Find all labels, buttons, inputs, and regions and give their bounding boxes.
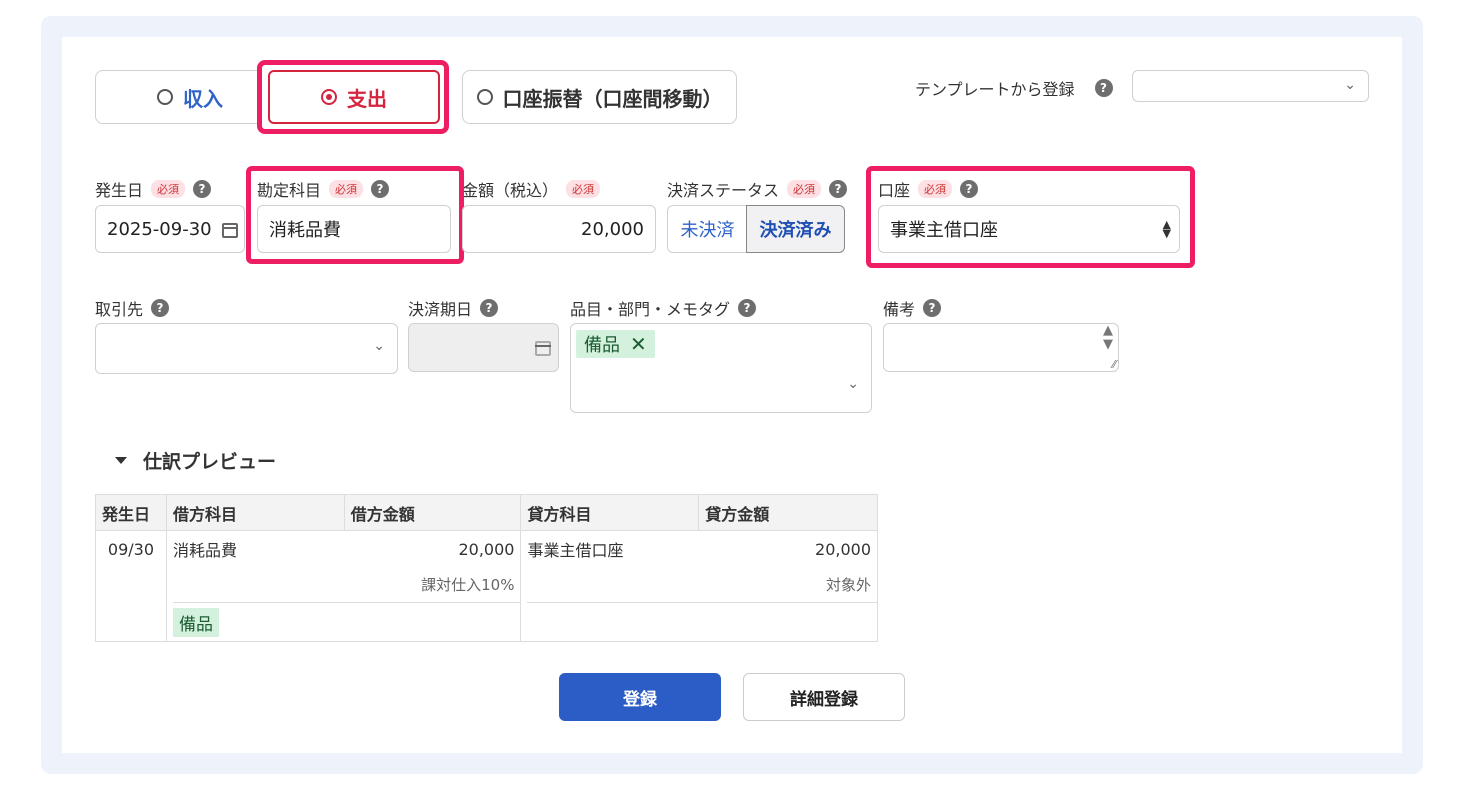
items-label-group: 品目・部門・メモタグ ? — [570, 296, 757, 320]
memo-label-group: 備考 ? — [883, 296, 942, 320]
amount-field[interactable]: 20,000 — [462, 205, 656, 253]
template-label: テンプレートから登録 — [915, 80, 1075, 99]
calendar-icon[interactable] — [222, 223, 238, 238]
tab-expense[interactable]: 支出 — [268, 70, 440, 124]
tab-transfer[interactable]: 口座振替（口座間移動） — [462, 70, 737, 124]
table-row: 09/30 消耗品費 20,000 課対仕入10% 備品 事業主借口座 20,0… — [95, 530, 878, 642]
debit-cell: 消耗品費 20,000 課対仕入10% 備品 — [165, 530, 522, 642]
chevron-down-icon: ⌄ — [847, 376, 859, 392]
credit-tax: 対象外 — [825, 576, 871, 594]
date-label: 発生日 — [95, 181, 144, 200]
register-button[interactable]: 登録 — [559, 673, 721, 721]
template-label-group: テンプレートから登録 ? — [915, 76, 1113, 100]
tab-expense-label: 支出 — [347, 86, 387, 111]
amount-value: 20,000 — [581, 218, 644, 240]
credit-amount: 20,000 — [815, 539, 871, 559]
amount-label-group: 金額（税込） 必須 — [462, 177, 601, 201]
detail-register-button-label: 詳細登録 — [790, 689, 858, 710]
help-icon[interactable]: ? — [151, 299, 170, 317]
date-label-group: 発生日 必須 ? — [95, 177, 212, 201]
column-header: 貸方科目 — [520, 494, 700, 531]
due-date-label-group: 決済期日 ? — [408, 296, 499, 320]
account-item-value: 消耗品費 — [269, 220, 341, 241]
partner-label: 取引先 — [95, 300, 144, 319]
status-unpaid-label: 未決済 — [680, 220, 735, 241]
radio-off-icon — [157, 89, 173, 105]
item-tag[interactable]: 備品 ✕ — [576, 330, 655, 358]
debit-account: 消耗品費 — [172, 541, 237, 560]
bank-account-value: 事業主借口座 — [890, 220, 998, 241]
tab-transfer-label: 口座振替（口座間移動） — [502, 86, 723, 111]
account-item-field[interactable]: 消耗品費 — [257, 205, 451, 253]
radio-on-icon — [321, 89, 337, 105]
detail-register-button[interactable]: 詳細登録 — [743, 673, 905, 721]
amount-label: 金額（税込） — [462, 181, 559, 200]
column-header: 借方科目 — [165, 494, 345, 531]
close-icon[interactable]: ✕ — [630, 332, 647, 356]
items-label: 品目・部門・メモタグ — [570, 300, 731, 319]
required-badge: 必須 — [151, 180, 186, 198]
caret-down-icon — [115, 457, 127, 464]
calendar-icon — [535, 341, 551, 356]
required-badge: 必須 — [566, 180, 601, 198]
chevron-down-icon: ⌄ — [1344, 77, 1356, 93]
help-icon[interactable]: ? — [1094, 79, 1113, 97]
required-badge: 必須 — [787, 180, 822, 198]
preview-title: 仕訳プレビュー — [143, 451, 277, 473]
status-unpaid-button[interactable]: 未決済 — [667, 205, 747, 253]
template-select[interactable]: ⌄ — [1132, 70, 1369, 102]
memo-label: 備考 — [883, 300, 916, 319]
bank-account-select[interactable]: 事業主借口座 ▲ ▼ — [878, 205, 1180, 253]
item-tag-label: 備品 — [584, 335, 620, 356]
partner-select[interactable]: ⌄ — [95, 323, 398, 374]
tab-income-label: 収入 — [183, 86, 223, 111]
sort-arrows-icon: ▲ ▼ — [1162, 218, 1171, 240]
help-icon[interactable]: ? — [829, 180, 848, 198]
help-icon[interactable]: ? — [738, 299, 757, 317]
due-date-field — [408, 323, 559, 372]
help-icon[interactable]: ? — [923, 299, 942, 317]
debit-amount: 20,000 — [458, 539, 515, 559]
status-label: 決済ステータス — [667, 181, 780, 200]
status-paid-button[interactable]: 決済済み — [746, 205, 845, 253]
column-header: 借方金額 — [343, 494, 522, 531]
radio-off-icon — [476, 89, 493, 105]
journal-preview-table: 発生日 借方科目 借方金額 貸方科目 貸方金額 09/30 消耗品費 20,00… — [95, 494, 878, 642]
register-button-label: 登録 — [623, 689, 657, 710]
help-icon[interactable]: ? — [480, 299, 499, 317]
column-header: 発生日 — [95, 494, 167, 531]
date-value: 2025-09-30 — [107, 218, 212, 240]
resize-handle-icon[interactable]: ⁄⁄ — [1112, 358, 1116, 371]
date-cell-value: 09/30 — [107, 539, 155, 559]
help-icon[interactable]: ? — [193, 180, 212, 198]
memo-textarea[interactable]: ▲ ▼ ⁄⁄ — [883, 323, 1119, 372]
table-header-row: 発生日 借方科目 借方金額 貸方科目 貸方金額 — [95, 494, 878, 531]
debit-tax: 課対仕入10% — [421, 576, 515, 594]
debit-tag: 備品 — [172, 607, 219, 637]
credit-account: 事業主借口座 — [527, 541, 624, 560]
chevron-down-icon: ⌄ — [373, 338, 385, 354]
spinner-icon[interactable]: ▲ ▼ — [1103, 324, 1113, 352]
status-label-group: 決済ステータス 必須 ? — [667, 177, 848, 201]
date-field[interactable]: 2025-09-30 — [95, 205, 245, 253]
credit-cell: 事業主借口座 20,000 対象外 — [520, 530, 878, 642]
partner-label-group: 取引先 ? — [95, 296, 170, 320]
due-date-label: 決済期日 — [408, 300, 473, 319]
preview-toggle[interactable]: 仕訳プレビュー — [115, 447, 276, 474]
column-header: 貸方金額 — [698, 494, 878, 531]
status-paid-label: 決済済み — [759, 220, 832, 241]
date-cell: 09/30 — [95, 530, 167, 642]
